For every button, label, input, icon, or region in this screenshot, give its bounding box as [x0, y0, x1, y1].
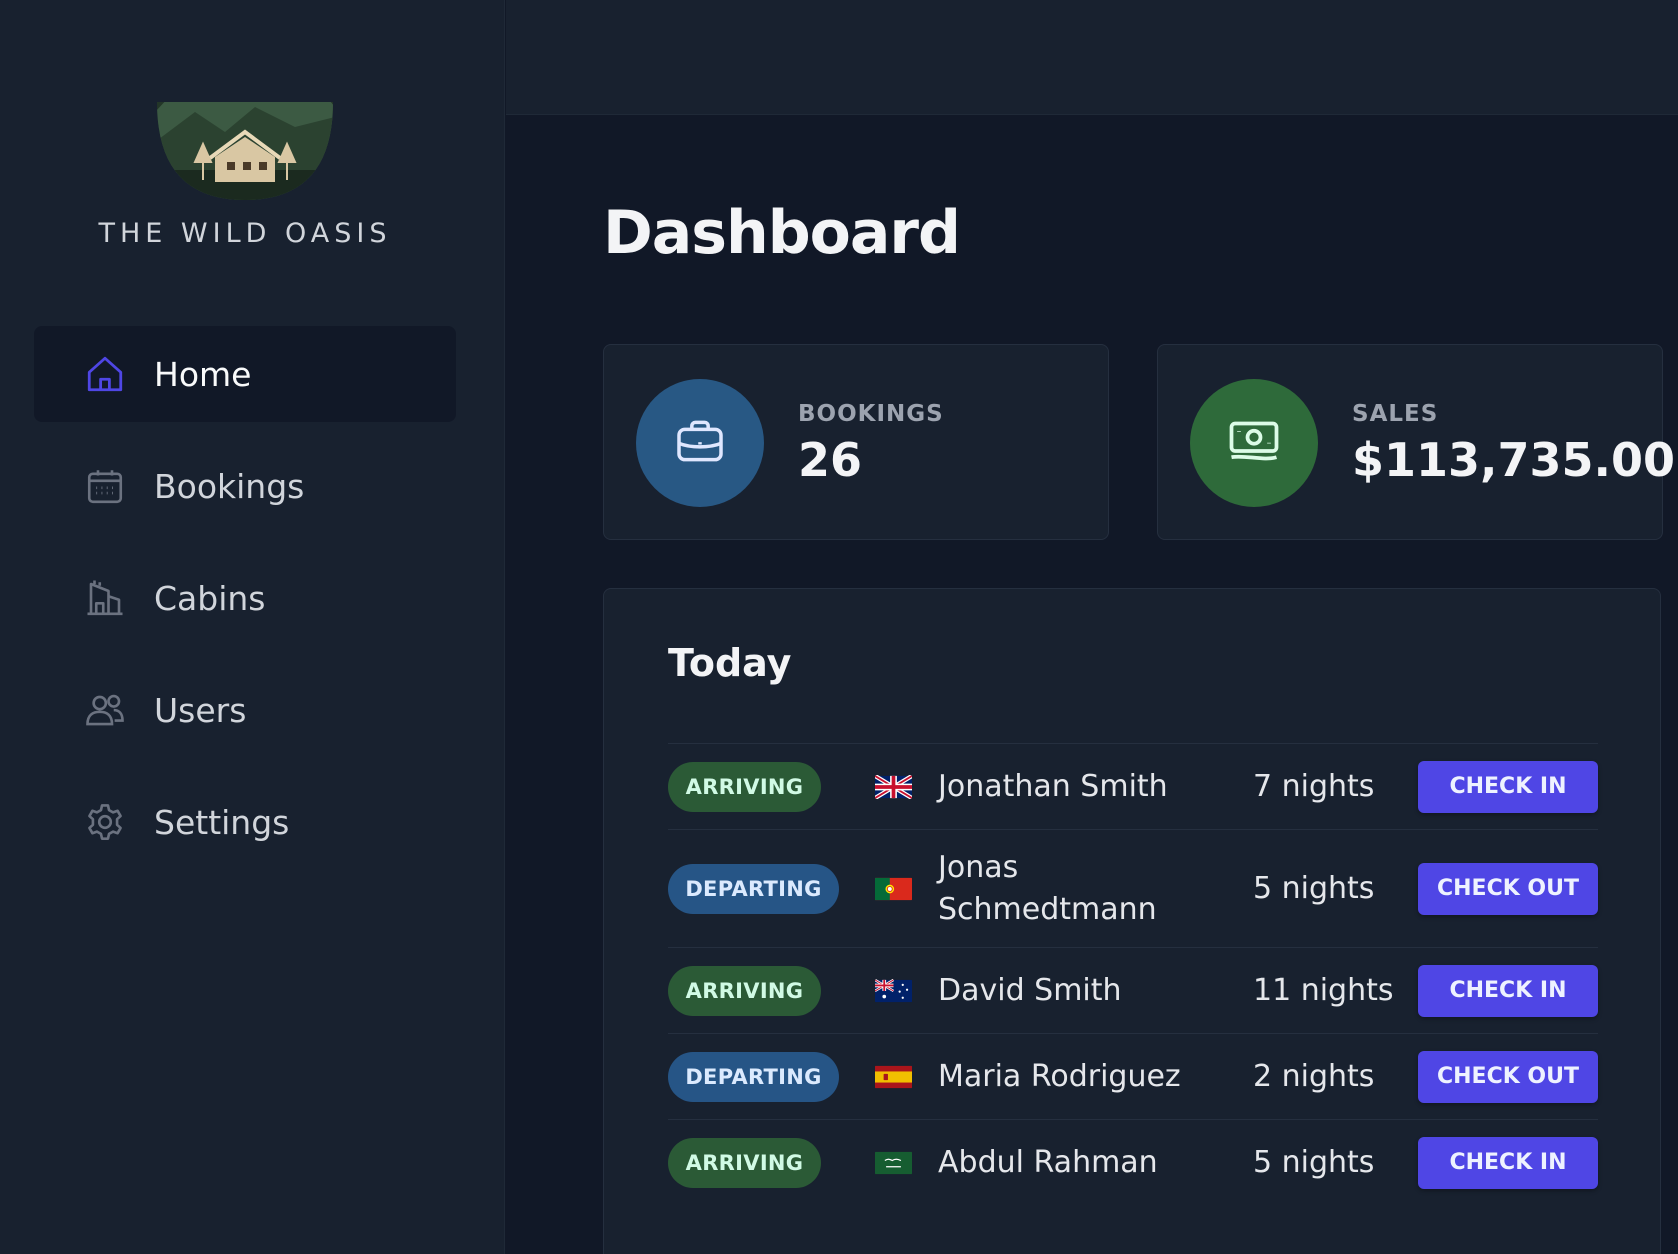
- list-item: DEPARTING Jonas Schmedtmann 5 nights CHE…: [668, 829, 1598, 947]
- nav-item-label: Home: [154, 354, 252, 394]
- home-icon: [84, 353, 126, 395]
- users-icon: [84, 689, 126, 731]
- check-in-button[interactable]: CHECK IN: [1418, 1136, 1598, 1189]
- check-in-button[interactable]: CHECK IN: [1418, 760, 1598, 813]
- check-out-button[interactable]: CHECK OUT: [1418, 862, 1598, 915]
- list-item: DEPARTING Maria Rodriguez 2 nights CHECK…: [668, 1033, 1598, 1119]
- today-activity-list: ARRIVING Jonathan Smith 7 nights CHECK I…: [668, 743, 1598, 1205]
- nav-item-cabins[interactable]: Cabins: [34, 550, 456, 646]
- sales-stat-value: $113,735.00: [1352, 433, 1676, 487]
- bookings-icon-circle: [636, 379, 764, 507]
- check-out-button[interactable]: CHECK OUT: [1418, 1050, 1598, 1103]
- nav-item-users[interactable]: Users: [34, 662, 456, 758]
- bookings-stat-value: 26: [798, 433, 863, 487]
- banknote-icon: [1224, 411, 1284, 475]
- building-icon: [84, 577, 126, 619]
- nights-count: 2 nights: [1253, 1059, 1375, 1094]
- nav-item-label: Users: [154, 690, 247, 730]
- nav-item-label: Settings: [154, 802, 290, 842]
- list-item: ARRIVING Abdul Rahman 5 nights CHECK IN: [668, 1119, 1598, 1205]
- today-title: Today: [668, 641, 792, 685]
- list-item: ARRIVING David Smith 11 nights CHECK IN: [668, 947, 1598, 1033]
- nights-count: 7 nights: [1253, 769, 1375, 804]
- status-badge: ARRIVING: [668, 965, 821, 1016]
- bookings-stat-label: BOOKINGS: [798, 401, 944, 427]
- status-badge: DEPARTING: [668, 863, 839, 914]
- nav-item-home[interactable]: Home: [34, 326, 456, 422]
- nav-item-label: Bookings: [154, 466, 305, 506]
- nav-item-settings[interactable]: Settings: [34, 774, 456, 870]
- briefcase-icon: [672, 413, 728, 473]
- app: THE WILD OASIS Home Bookings Cabins User…: [0, 0, 1678, 1254]
- uk-flag-icon: [875, 774, 912, 799]
- check-in-button[interactable]: CHECK IN: [1418, 964, 1598, 1017]
- top-header: [506, 0, 1678, 115]
- today-panel: Today ARRIVING Jonathan Smith 7 nights C…: [603, 588, 1661, 1254]
- australia-flag-icon: [875, 978, 912, 1003]
- sales-stat-label: SALES: [1352, 401, 1439, 427]
- guest-name: Jonas Schmedtmann: [938, 849, 1157, 927]
- sales-stat-card: SALES $113,735.00: [1157, 344, 1675, 540]
- nights-count: 11 nights: [1253, 973, 1394, 1008]
- list-item: ARRIVING Jonathan Smith 7 nights CHECK I…: [668, 743, 1598, 829]
- gear-icon: [84, 801, 126, 843]
- status-badge: ARRIVING: [668, 1137, 821, 1188]
- sidebar: THE WILD OASIS Home Bookings Cabins User…: [0, 0, 505, 1254]
- nav-item-label: Cabins: [154, 578, 266, 618]
- page-title: Dashboard: [603, 198, 961, 268]
- guest-name: Abdul Rahman: [938, 1144, 1158, 1180]
- main-nav: Home Bookings Cabins Users Settings: [34, 326, 456, 886]
- guest-name: Jonathan Smith: [938, 768, 1168, 804]
- status-badge: DEPARTING: [668, 1051, 839, 1102]
- calendar-icon: [84, 465, 126, 507]
- status-badge: ARRIVING: [668, 761, 821, 812]
- guest-name: Maria Rodriguez: [938, 1058, 1181, 1094]
- saudi-arabia-flag-icon: [875, 1151, 912, 1175]
- spain-flag-icon: [875, 1065, 912, 1089]
- nav-item-bookings[interactable]: Bookings: [34, 438, 456, 534]
- sales-icon-circle: [1190, 379, 1318, 507]
- nights-count: 5 nights: [1253, 871, 1375, 906]
- brand-name: THE WILD OASIS: [98, 218, 392, 249]
- logo: [155, 52, 335, 200]
- nights-count: 5 nights: [1253, 1145, 1375, 1180]
- bookings-stat-card: BOOKINGS 26: [603, 344, 1109, 540]
- guest-name: David Smith: [938, 972, 1122, 1008]
- portugal-flag-icon: [875, 877, 912, 901]
